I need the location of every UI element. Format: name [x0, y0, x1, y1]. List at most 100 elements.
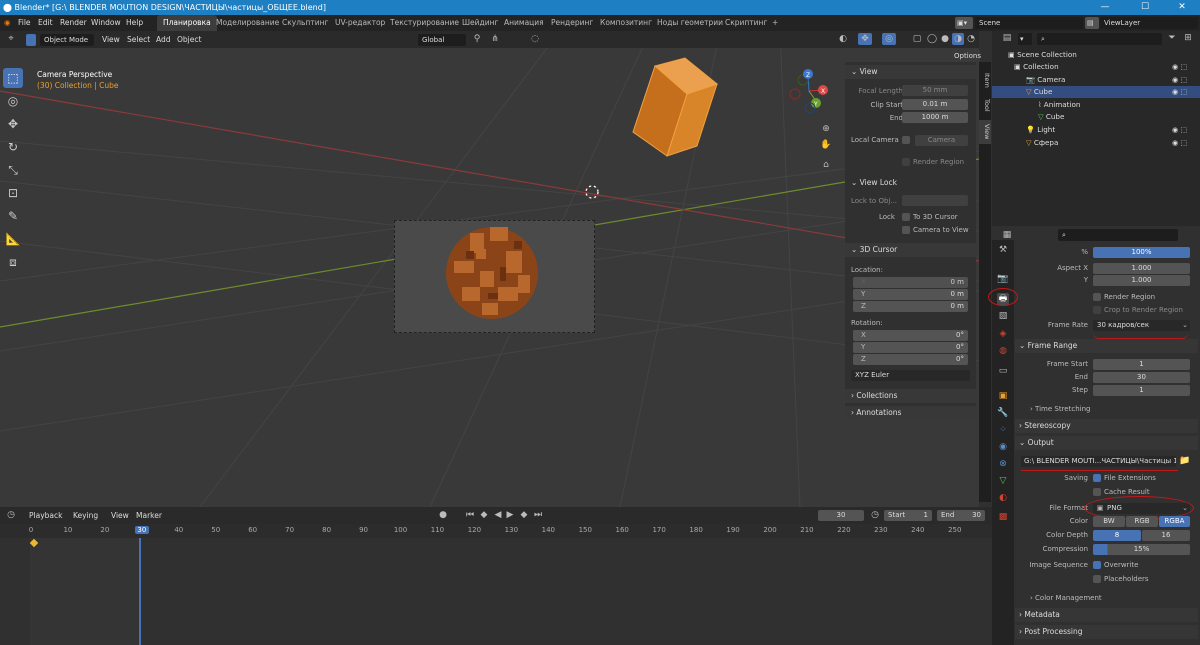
pan-hand-icon[interactable]: ✋	[819, 139, 833, 151]
overlay-toggle-icon[interactable]: ◎	[882, 33, 896, 45]
3d-cursor-icon[interactable]	[584, 184, 600, 200]
pivot-icon[interactable]: ⚲	[470, 33, 484, 45]
outliner-row[interactable]: ⌇ Animation	[992, 99, 1200, 111]
close-button[interactable]: ✕	[1162, 0, 1200, 15]
camera-to-view-checkbox[interactable]	[902, 226, 910, 234]
lock-object-field[interactable]	[902, 195, 968, 206]
xray-icon[interactable]: ▢	[910, 33, 924, 45]
cursor-tool-icon[interactable]: ◎	[3, 91, 23, 111]
scene-selector-icon[interactable]: ▣▾	[955, 17, 973, 29]
clip-start-field[interactable]: 0.01 m	[902, 99, 968, 110]
wireframe-shading-icon[interactable]: ◯	[926, 33, 938, 45]
view-layer-icon[interactable]: ▤	[1085, 17, 1099, 29]
stereoscopy-header[interactable]: › Stereoscopy	[1015, 419, 1198, 433]
outliner-row[interactable]: 💡 Light ◉ ⬚	[992, 124, 1200, 136]
rot-x-field[interactable]: 0°	[853, 330, 968, 341]
viewport-menu-select[interactable]: Select	[127, 31, 150, 48]
loc-z-field[interactable]: 0 m	[853, 301, 968, 312]
local-camera-checkbox[interactable]	[902, 136, 910, 144]
menu-edit[interactable]: Edit	[38, 15, 53, 31]
rotation-mode-dropdown[interactable]: XYZ Euler	[851, 370, 970, 381]
frame-clock-icon[interactable]: ◷	[869, 509, 881, 521]
menu-window[interactable]: Window	[91, 15, 121, 31]
viewport-menu-object[interactable]: Object	[177, 31, 201, 48]
visibility-eye-icon[interactable]: ◉ ⬚	[1172, 74, 1187, 86]
data-properties-icon[interactable]: ▽	[997, 475, 1009, 487]
play-icon[interactable]: ▶	[504, 509, 516, 521]
measure-tool-icon[interactable]: 📐	[3, 229, 23, 249]
post-processing-header[interactable]: › Post Processing	[1015, 625, 1198, 639]
rot-z-field[interactable]: 0°	[853, 354, 968, 365]
properties-search-input[interactable]: ⌕	[1058, 229, 1178, 241]
prev-keyframe-icon[interactable]: ◆	[478, 509, 490, 521]
render-region-props-checkbox[interactable]	[1093, 293, 1101, 301]
object-mode-dropdown[interactable]: Object Mode	[40, 34, 94, 46]
record-icon[interactable]: ●	[437, 509, 449, 521]
add-workspace-button[interactable]: +	[772, 15, 778, 31]
frame-range-header[interactable]: ⌄ Frame Range	[1015, 339, 1198, 353]
collection-properties-icon[interactable]: ▭	[997, 365, 1009, 377]
modifier-properties-icon[interactable]: 🔧	[997, 407, 1009, 419]
overwrite-checkbox[interactable]	[1093, 561, 1101, 569]
menu-help[interactable]: Help	[126, 15, 143, 31]
camera-view-icon[interactable]: ⌂	[819, 159, 833, 171]
particle-object[interactable]	[440, 221, 550, 331]
move-tool-icon[interactable]: ✥	[3, 114, 23, 134]
depth-8-button[interactable]: 8	[1093, 530, 1141, 541]
blender-menu-icon[interactable]: ◉	[4, 15, 11, 31]
outliner-row[interactable]: ▽ Cube	[992, 111, 1200, 123]
outliner-row[interactable]: ▣ Collection ◉ ⬚	[992, 61, 1200, 73]
end-frame-field[interactable]: End 30	[937, 510, 985, 521]
loc-x-field[interactable]: 0 m	[853, 277, 968, 288]
physics-properties-icon[interactable]: ◉	[997, 441, 1009, 453]
view-lock-header[interactable]: ⌄ View Lock	[845, 176, 976, 190]
play-reverse-icon[interactable]: ◀	[492, 509, 504, 521]
visibility-eye-icon[interactable]: ◉ ⬚	[1172, 61, 1187, 73]
filter-icon[interactable]: ⏷	[1166, 32, 1178, 44]
visibility-eye-icon[interactable]: ◉ ⬚	[1172, 86, 1187, 98]
tab-item[interactable]: Item	[979, 68, 991, 92]
current-frame-field[interactable]: 30	[818, 510, 864, 521]
frame-rate-dropdown[interactable]: 30 кадров/сек	[1093, 320, 1190, 331]
object-properties-icon[interactable]: ▣	[997, 390, 1009, 402]
navigation-gizmo[interactable]: X Y Z	[785, 68, 833, 114]
cache-result-checkbox[interactable]	[1093, 488, 1101, 496]
outliner-editor-icon[interactable]: ▤	[1000, 32, 1014, 44]
snap-icon[interactable]: ⋔	[488, 33, 502, 45]
selected-cube[interactable]	[625, 56, 725, 161]
render-properties-icon[interactable]: 📷	[997, 273, 1009, 285]
minimize-button[interactable]: —	[1085, 0, 1125, 15]
constraints-properties-icon[interactable]: ⊗	[997, 458, 1009, 470]
tab-scripting[interactable]: Скриптинг	[725, 15, 767, 31]
particle-properties-icon[interactable]: ⁘	[997, 424, 1009, 436]
scene-properties-icon[interactable]: ◈	[997, 328, 1009, 340]
color-rgb-button[interactable]: RGB	[1126, 516, 1158, 527]
options-dropdown[interactable]: Options	[950, 50, 981, 62]
menu-render[interactable]: Render	[60, 15, 87, 31]
add-cube-tool-icon[interactable]: ⧈	[3, 252, 23, 272]
view-section-header[interactable]: ⌄ View	[845, 65, 976, 79]
local-camera-field[interactable]: Camera	[915, 135, 968, 146]
transform-orientation-dropdown[interactable]: Global	[418, 34, 466, 46]
clip-end-field[interactable]: 1000 m	[902, 112, 968, 123]
rot-y-field[interactable]: 0°	[853, 342, 968, 353]
frame-step-field[interactable]: 1	[1093, 385, 1190, 396]
material-shading-icon[interactable]: ◑	[952, 33, 964, 45]
outliner-row[interactable]: 📷 Camera ◉ ⬚	[992, 74, 1200, 86]
metadata-header[interactable]: › Metadata	[1015, 608, 1198, 622]
tab-geometry-nodes[interactable]: Ноды геометрии	[657, 15, 723, 31]
view-layer-field[interactable]: ViewLayer	[1100, 17, 1198, 29]
tab-compositing[interactable]: Композитинг	[600, 15, 652, 31]
zoom-icon[interactable]: ⊕	[819, 123, 833, 135]
time-stretching-header[interactable]: › Time Stretching	[1030, 403, 1090, 415]
texture-properties-icon[interactable]: ▩	[997, 511, 1009, 523]
outliner-row[interactable]: ▽ Сфера ◉ ⬚	[992, 137, 1200, 149]
outliner-row[interactable]: ▽ Cube ◉ ⬚	[992, 86, 1200, 99]
start-frame-field[interactable]: Start 1	[884, 510, 932, 521]
outliner-search-input[interactable]: ⌕	[1037, 33, 1162, 45]
menu-file[interactable]: File	[18, 15, 31, 31]
select-mode-icon[interactable]	[26, 34, 36, 46]
annotate-tool-icon[interactable]: ✎	[3, 206, 23, 226]
outliner-display-icon[interactable]: ▾	[1018, 33, 1032, 45]
depth-16-button[interactable]: 16	[1142, 530, 1190, 541]
